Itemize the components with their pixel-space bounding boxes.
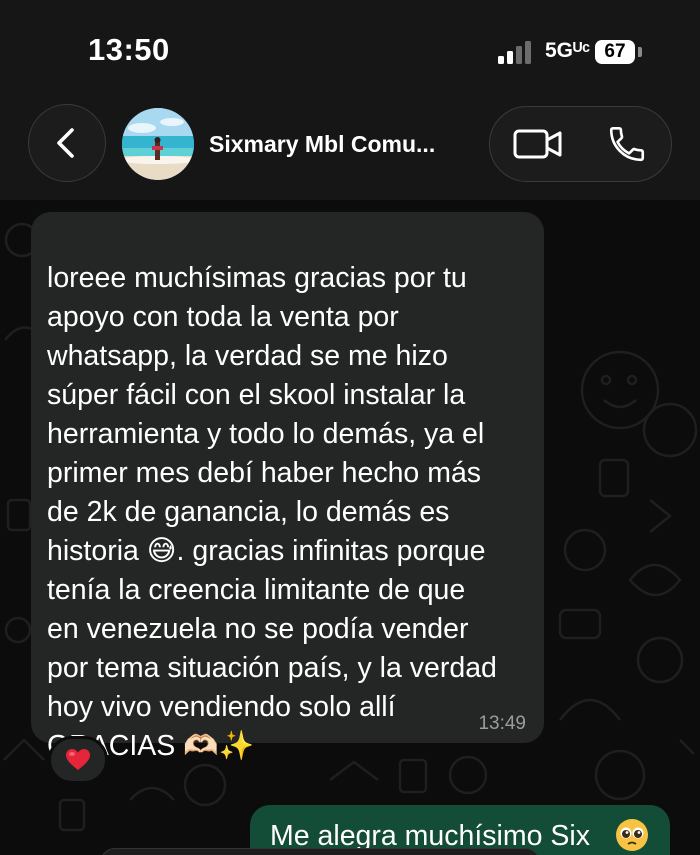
message-line: súper fácil con el skool instalar la [47,379,466,411]
message-line: hoy vivo vendiendo solo allí [47,691,396,723]
chat-header: Sixmary Mbl Comu... [0,100,700,200]
avatar-beach-photo [122,108,194,180]
incoming-message-text: loreee muchísimas gracias por tu apoyo c… [47,220,537,766]
message-line: por tema situación país, y la verdad [47,652,497,684]
message-line: herramienta y todo lo demás, ya el [47,418,485,450]
status-time: 13:50 [88,32,170,67]
chevron-left-icon [57,128,74,158]
message-line: loreee muchísimas gracias por tu [47,262,467,294]
message-composer[interactable] [100,848,540,855]
call-actions [489,106,672,182]
contact-avatar[interactable] [122,108,194,180]
message-line: whatsapp, la verdad se me hizo [47,340,448,372]
message-line: en venezuela no se podía vender [47,613,469,645]
video-camera-icon [513,129,562,159]
message-line: primer mes debí haber hecho más [47,457,482,489]
contact-name[interactable]: Sixmary Mbl Comu... [209,131,435,158]
message-timestamp: 13:49 [478,713,526,734]
incoming-message-bubble[interactable]: loreee muchísimas gracias por tu apoyo c… [31,212,544,762]
video-call-button[interactable] [512,125,564,163]
battery-icon: 67 [595,40,635,64]
network-type: 5Gᵁᶜ [545,39,591,62]
message-line: tenía la creencia limitante de que [47,574,466,606]
phone-icon [609,126,645,162]
back-button[interactable] [28,104,106,182]
voice-call-button[interactable] [606,123,648,165]
status-bar: 13:50 5Gᵁᶜ 67 [0,0,700,100]
message-line: de 2k de ganancia, lo demás es [47,496,450,528]
whatsapp-chat-screen: 13:50 5Gᵁᶜ 67 Sixmary Mbl Comu... loreee… [0,0,700,855]
message-line: apoyo con toda la venta por [47,301,399,333]
battery-tip [638,47,642,57]
red-heart-icon [66,749,90,770]
message-line: historia 😅. gracias infinitas porque [47,535,486,567]
chat-area[interactable]: loreee muchísimas gracias por tu apoyo c… [0,200,700,855]
cellular-signal-icon [498,40,534,64]
heart-reaction[interactable]: ❤️ [48,736,108,784]
pleading-face-emoji-icon [616,819,648,851]
